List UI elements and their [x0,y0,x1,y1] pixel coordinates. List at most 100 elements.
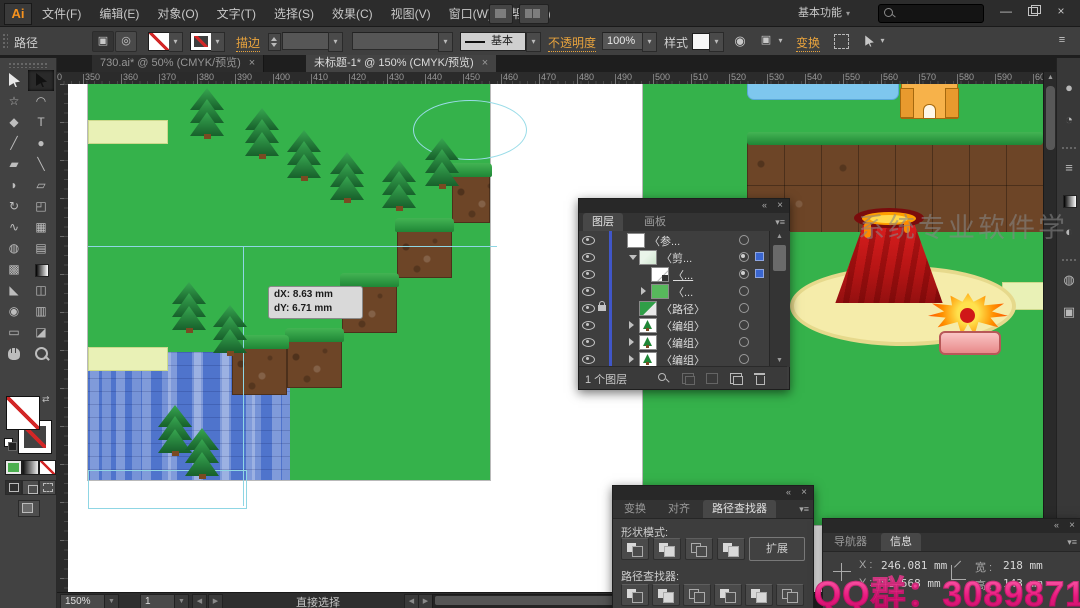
recolor-artwork-icon[interactable]: ◉ [730,31,750,50]
collapse-icon[interactable]: « [1054,520,1059,530]
zoom-dropdown-arrow[interactable]: ▼ [104,594,119,608]
visibility-eye-icon[interactable] [582,236,595,245]
eraser-tool[interactable]: ▱ [28,175,54,196]
scale-tool[interactable]: ◰ [28,196,54,217]
menu-item-5[interactable]: 效果(C) [332,5,373,22]
visibility-eye-icon[interactable] [582,321,595,330]
bridge-icon[interactable] [489,4,513,24]
color-icon[interactable]: ● [1059,78,1079,98]
close-icon[interactable]: × [1069,520,1075,531]
menu-item-6[interactable]: 视图(V) [391,5,431,22]
minus-back-button[interactable] [776,584,804,606]
free-transform-tool[interactable]: ▦ [28,217,54,238]
panel-menu-icon[interactable]: ▾≡ [775,217,785,228]
draw-inside-mode-button[interactable] [39,480,56,495]
layer-name[interactable]: 〈剪... [661,250,692,266]
visibility-eye-icon[interactable] [582,355,595,364]
panel-menu-icon[interactable]: ▾≡ [799,504,809,515]
blob-brush-tool[interactable]: ◗ [1,175,27,196]
scroll-up-icon[interactable]: ▲ [770,231,789,243]
isolate-selection-icon[interactable] [856,31,876,50]
tab-artboards[interactable]: 画板 [635,213,675,231]
color-guide-icon[interactable]: ◔ [1059,110,1079,130]
draw-behind-mode-button[interactable] [22,480,39,495]
style-arrow[interactable]: ▾ [709,32,724,52]
expand-triangle-icon[interactable] [629,355,634,363]
opacity-link[interactable]: 不透明度 [548,34,596,52]
target-circle-icon[interactable] [739,354,749,364]
menu-item-2[interactable]: 对象(O) [157,5,198,22]
screen-mode-button[interactable] [18,500,40,517]
layer-name[interactable]: 〈参... [649,233,680,249]
none-button[interactable] [39,460,56,475]
document-tab-inactive[interactable]: 730.ai* @ 50% (CMYK/预览)× [92,55,264,72]
panel-menu-icon[interactable]: ▾≡ [1067,537,1077,548]
isolate-selection-arrow[interactable]: ▾ [876,32,889,50]
brush-definition-arrow[interactable]: ▾ [526,32,541,52]
target-circle-icon[interactable] [739,337,749,347]
visibility-eye-icon[interactable] [582,270,595,279]
canvas[interactable]: dX: 8.63 mm dY: 6.71 mm [68,84,1043,592]
stroke-weight-arrow[interactable]: ▾ [328,32,343,52]
divide-button[interactable] [621,584,649,606]
visibility-eye-icon[interactable] [582,304,595,313]
target-circle-icon[interactable] [739,303,749,313]
tab-align[interactable]: 对齐 [659,500,699,518]
search-input[interactable] [878,4,984,23]
stroke-color-swatch[interactable] [190,32,212,51]
eyedropper-tool[interactable]: ◣ [1,280,27,301]
perspective-grid-tool[interactable]: ▤ [28,238,54,259]
layer-row[interactable]: 〈参... [579,231,769,249]
outline-button[interactable] [745,584,773,606]
tools-panel-grip[interactable] [8,62,48,68]
magic-wand-tool[interactable]: ☆ [1,91,27,112]
close-icon[interactable]: × [777,200,783,211]
graphic-styles-icon[interactable]: ▣ [1059,302,1079,322]
vertical-scrollbar[interactable]: ▲ ▼ [1043,72,1057,592]
column-graph-tool[interactable]: ▥ [28,301,54,322]
visibility-eye-icon[interactable] [582,338,595,347]
type-tool[interactable]: T [28,112,54,133]
tab-transform[interactable]: 变换 [615,500,655,518]
bounding-box-icon[interactable] [834,34,849,49]
layer-name[interactable]: 〈... [673,284,693,300]
fill-swatch-none[interactable] [6,396,40,430]
menu-item-7[interactable]: 窗口(W) [449,5,492,22]
lasso-tool[interactable]: ◠ [28,91,54,112]
opacity-arrow[interactable]: ▾ [642,32,657,52]
tab-close-icon[interactable]: × [482,57,488,69]
selection-tool[interactable] [1,70,27,91]
pen-tool[interactable]: ◆ [1,112,27,133]
select-similar-icon[interactable]: ▣ [756,31,776,50]
anchor-handles-icon[interactable]: ▣ [92,31,114,52]
layers-scrollbar[interactable]: ▲ ▼ [769,231,790,367]
dock-divider[interactable] [1061,146,1077,151]
gradient-button[interactable] [22,460,39,475]
close-button[interactable]: × [1048,2,1074,21]
layer-row[interactable]: 〈编组〉 [579,333,769,351]
unite-button[interactable] [621,538,649,560]
layer-row[interactable]: 〈... [579,265,769,283]
close-icon[interactable]: × [801,487,807,498]
layer-row[interactable]: 〈编组〉 [579,350,769,367]
restore-button[interactable] [1020,2,1046,21]
dock-divider[interactable] [1061,258,1077,263]
visibility-eye-icon[interactable] [582,287,595,296]
trim-button[interactable] [652,584,680,606]
stroke-weight-field[interactable] [282,32,332,50]
stroke-icon[interactable]: ≡ [1059,158,1079,178]
direct-selection-tool[interactable] [28,70,54,91]
layer-row[interactable]: 〈... [579,282,769,300]
layer-name[interactable]: 〈编组〉 [661,352,705,367]
arrange-documents-icon[interactable] [519,4,549,24]
layer-name[interactable]: 〈... [673,267,693,283]
collapse-icon[interactable]: « [762,200,767,210]
fill-color-swatch[interactable] [148,32,170,51]
fill-dropdown-arrow[interactable]: ▾ [169,32,183,52]
last-artboard-icon[interactable]: ▶ [208,594,223,608]
tab-layers[interactable]: 图层 [583,213,623,231]
anchor-target-icon[interactable]: ◎ [115,31,137,52]
target-circle-icon[interactable] [739,252,749,262]
panel-menu-icon[interactable]: ≡ [1052,31,1072,50]
transform-link[interactable]: 变换 [796,34,820,52]
